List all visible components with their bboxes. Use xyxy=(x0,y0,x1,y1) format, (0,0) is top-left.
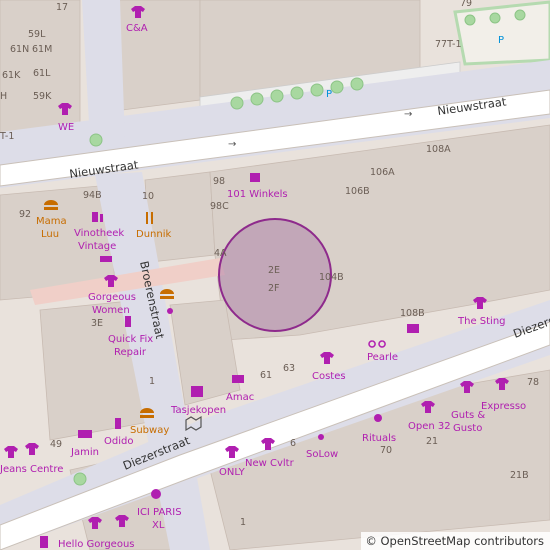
house-number: 1 xyxy=(149,376,155,387)
poi-label: Hello Gorgeous xyxy=(58,539,135,550)
phone-icon xyxy=(125,316,131,327)
house-number: 21B xyxy=(510,470,529,481)
house-number: 6 xyxy=(290,438,296,449)
poi-label: Odido xyxy=(104,436,133,447)
fast-food-icon xyxy=(44,200,58,210)
house-number: 61M xyxy=(32,44,52,55)
wine-icon xyxy=(40,536,48,548)
house-number: 61K xyxy=(2,70,21,81)
house-number: 106B xyxy=(345,186,370,197)
house-number: 79 xyxy=(460,0,472,9)
poi-label: WE xyxy=(58,122,74,133)
house-number: 61N xyxy=(10,44,29,55)
shoe-icon xyxy=(100,256,112,262)
poi-label: Gusto xyxy=(453,423,482,434)
poi-label: Amac xyxy=(226,392,254,403)
poi-label: 101 Winkels xyxy=(227,189,288,200)
attribution-link[interactable]: OpenStreetMap contributors xyxy=(380,534,544,548)
perfume-icon xyxy=(151,489,161,499)
parking-area xyxy=(453,0,550,66)
attribution: © OpenStreetMap contributors xyxy=(361,532,550,550)
cosmetics-icon xyxy=(374,414,382,422)
poi-label: Quick Fix xyxy=(108,334,153,345)
house-number: 61L xyxy=(33,68,51,79)
poi-label: Pearle xyxy=(367,352,398,363)
poi-label: C&A xyxy=(126,23,148,34)
poi-label: New Cvltr xyxy=(245,458,295,469)
house-number: 78 xyxy=(527,377,539,388)
house-number: 108B xyxy=(400,308,425,319)
poi-label: Luu xyxy=(41,229,59,240)
poi-label: Vinotheek xyxy=(74,228,124,239)
map-view[interactable]: Nieuwstraat Nieuwstraat Broerenstraat Di… xyxy=(0,0,550,550)
house-number: 94B xyxy=(83,190,102,201)
shop-dot-icon xyxy=(318,434,324,440)
house-number: 49 xyxy=(50,439,62,450)
arrow-oneway-1: → xyxy=(228,139,236,150)
poi-label: Gorgeous xyxy=(88,292,136,303)
house-number: 59L xyxy=(28,29,46,40)
poi-label: Expresso xyxy=(481,401,526,412)
poi-label: Jeans Centre xyxy=(0,464,63,475)
house-number: 1 xyxy=(240,517,246,528)
house-number: 106A xyxy=(370,167,395,178)
house-number: 77T-1 xyxy=(435,39,462,50)
copyright-symbol: © xyxy=(365,534,377,548)
bag-icon xyxy=(191,386,203,397)
poi-label: ICI PARIS xyxy=(137,507,182,518)
house-number: 104B xyxy=(319,272,344,283)
house-number: 59K xyxy=(33,91,52,102)
book-icon xyxy=(407,324,419,333)
house-number: 4A xyxy=(214,248,227,259)
house-number: 21 xyxy=(426,436,438,447)
arrow-oneway-2: → xyxy=(404,109,412,120)
house-number: 3E xyxy=(91,318,103,329)
parking-label: P xyxy=(498,35,504,46)
poi-label: Mama xyxy=(36,216,67,227)
fast-food-icon xyxy=(140,408,154,418)
house-number: 98C xyxy=(210,201,229,212)
poi-label: ONLY xyxy=(219,467,246,478)
poi-label: Costes xyxy=(312,371,346,382)
parking-label: P xyxy=(326,89,332,100)
poi-label: Tasjekopen xyxy=(170,405,226,416)
poi-label: Women xyxy=(92,305,130,316)
deli-icon xyxy=(78,430,92,438)
house-number: 98 xyxy=(213,176,225,187)
poi-label: Jamin xyxy=(70,447,99,458)
poi-label: Rituals xyxy=(362,433,396,444)
poi-label: Repair xyxy=(114,347,147,358)
mobile-icon xyxy=(115,418,121,429)
poi-label: SoLow xyxy=(306,449,338,460)
house-number: 17 xyxy=(56,2,68,13)
house-number: 10 xyxy=(142,191,154,202)
house-number: H xyxy=(0,91,7,102)
poi-label: Vintage xyxy=(78,241,116,252)
house-number: 70 xyxy=(380,445,392,456)
gift-icon xyxy=(250,173,260,182)
house-number: 108A xyxy=(426,144,451,155)
house-number: 63 xyxy=(283,363,295,374)
house-number: 92 xyxy=(19,209,31,220)
house-number: 61 xyxy=(260,370,272,381)
poi-label: Subway xyxy=(130,425,169,436)
poi-label: The Sting xyxy=(457,316,506,327)
poi-label: Open 32 xyxy=(408,421,451,432)
fast-food-icon xyxy=(160,289,174,299)
house-number: T-1 xyxy=(0,131,14,142)
poi-label: Dunnik xyxy=(136,229,171,240)
poi-label: XL xyxy=(152,520,165,531)
house-number: 2F xyxy=(268,283,280,294)
house-number: 2E xyxy=(268,265,280,276)
computer-icon xyxy=(232,375,244,383)
shop-dot-icon xyxy=(167,308,173,314)
